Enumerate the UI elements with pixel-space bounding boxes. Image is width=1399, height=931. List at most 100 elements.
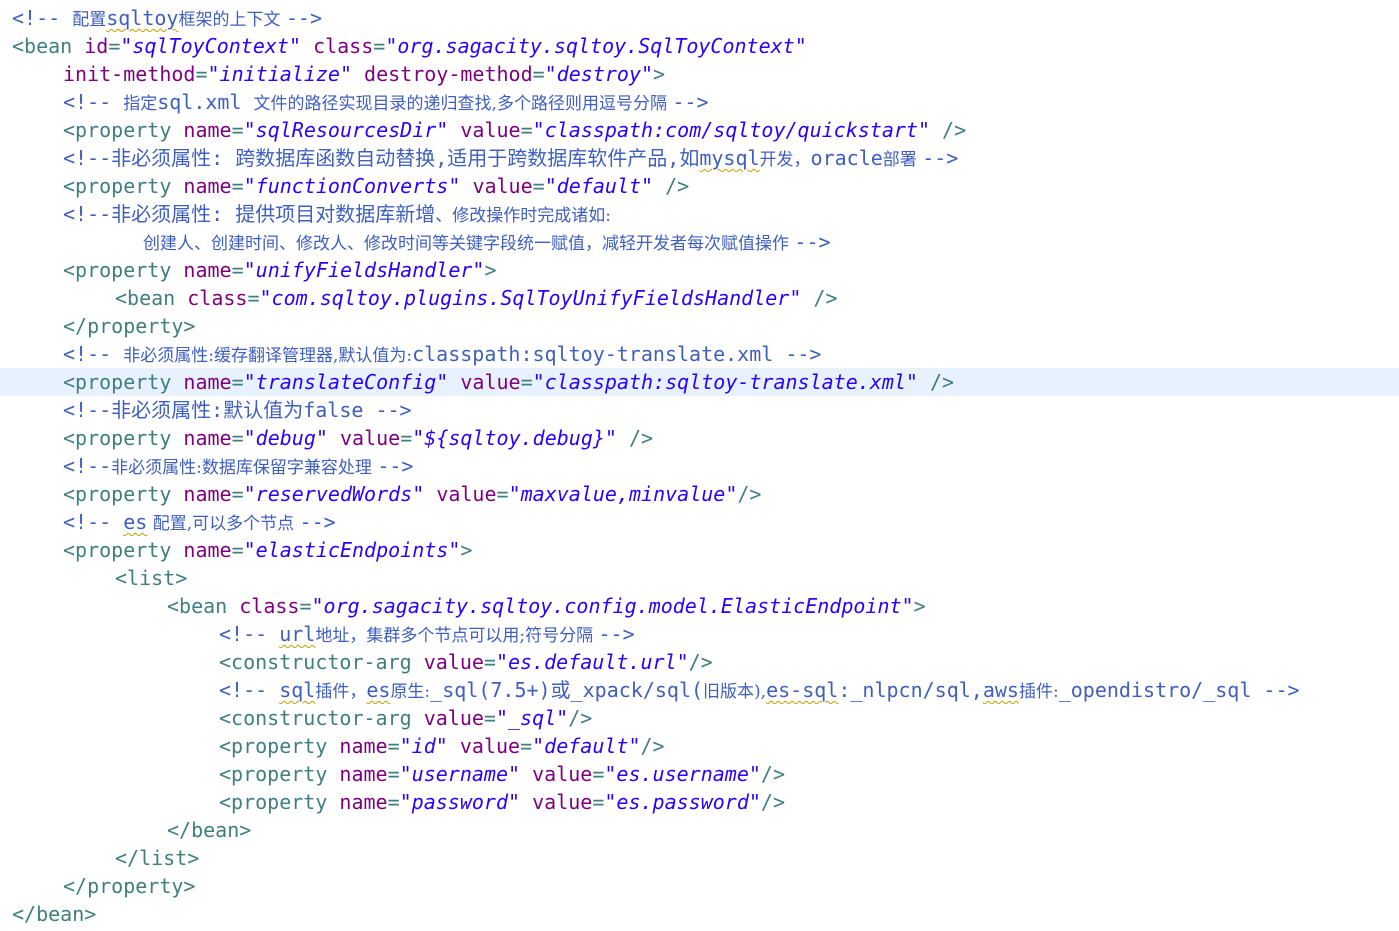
code-line[interactable]: <property name="elasticEndpoints"> — [0, 536, 1399, 564]
code-line[interactable]: <!-- 配置sqltoy框架的上下文 --> — [0, 4, 1399, 32]
code-line[interactable]: <property name="functionConverts" value=… — [0, 172, 1399, 200]
code-line[interactable]: <!-- url地址，集群多个节点可以用;符号分隔 --> — [0, 620, 1399, 648]
code-token-comment: _sql(7.5+)或_xpack/sql( — [430, 678, 704, 702]
code-token-tag: = — [387, 734, 400, 758]
code-token-tag: > — [653, 62, 666, 86]
code-token-attr: value — [472, 174, 533, 198]
code-line-text: <!-- 指定sql.xml 文件的路径实现目录的递归查找,多个路径则用逗号分隔… — [63, 88, 708, 116]
code-token-tag: = — [532, 174, 545, 198]
code-token-comment: <!-- — [63, 90, 124, 114]
code-line[interactable]: <!-- sql插件，es原生:_sql(7.5+)或_xpack/sql(旧版… — [0, 676, 1399, 704]
code-line[interactable]: <property name="debug" value="${sqltoy.d… — [0, 424, 1399, 452]
code-line-text: </bean> — [12, 900, 96, 928]
code-line[interactable]: <property name="reservedWords" value="ma… — [0, 480, 1399, 508]
code-token-tag: = — [496, 482, 509, 506]
code-line-text: <!--非必须属性:默认值为false --> — [63, 396, 412, 424]
code-token-comment: sqltoy — [106, 6, 179, 30]
code-token-attr: value — [459, 734, 521, 758]
code-token-val: "debug" — [243, 426, 328, 450]
code-token-val: "maxvalue,minvalue" — [508, 482, 738, 506]
code-token-tag: /> — [930, 118, 967, 142]
code-token-attr: name — [339, 762, 388, 786]
code-token-tag: = — [108, 34, 121, 58]
code-token-comment: sql.xml — [157, 90, 254, 114]
code-token-comment-cjk: 配置,可以多个节点 — [147, 514, 300, 534]
code-line[interactable]: init-method="initialize" destroy-method=… — [0, 60, 1399, 88]
code-token-tag: </property> — [63, 874, 196, 898]
code-token-tag: = — [532, 62, 545, 86]
code-line[interactable]: </property> — [0, 312, 1399, 340]
code-line[interactable]: <property name="sqlResourcesDir" value="… — [0, 116, 1399, 144]
code-line[interactable]: <constructor-arg value="_sql"/> — [0, 704, 1399, 732]
code-token-tag: /> — [568, 706, 593, 730]
code-token-comment: <!-- — [63, 510, 124, 534]
code-token-comment-cjk: 、修改操作时完成诸如: — [435, 206, 611, 226]
code-token-comment: <!--非必须属性: 跨数据库函数自动替换,适用于跨数据库软件产品,如 — [63, 146, 700, 170]
code-line-text: </bean> — [167, 816, 251, 844]
code-token-tag: = — [231, 426, 244, 450]
code-token-val: "sqlResourcesDir" — [243, 118, 449, 142]
xml-code-editor[interactable]: <!-- 配置sqltoy框架的上下文 --> <bean id="sqlToyC… — [0, 0, 1399, 931]
code-line[interactable]: <property name="unifyFieldsHandler"> — [0, 256, 1399, 284]
code-line[interactable]: <!--非必须属性: 跨数据库函数自动替换,适用于跨数据库软件产品,如mysql… — [0, 144, 1399, 172]
code-line-text: <constructor-arg value="es.default.url"/… — [219, 648, 713, 676]
code-token-tag: <property — [219, 762, 340, 786]
code-line-text: <!-- es 配置,可以多个节点 --> — [63, 508, 336, 536]
code-line[interactable]: <bean class="org.sagacity.sqltoy.config.… — [0, 592, 1399, 620]
code-token-tag: = — [483, 706, 496, 730]
code-token-attr: value — [460, 118, 521, 142]
code-line[interactable]: </property> — [0, 872, 1399, 900]
code-token-val: "default" — [532, 734, 641, 758]
code-line-text: <constructor-arg value="_sql"/> — [219, 704, 592, 732]
code-token-tag: <constructor-arg — [219, 650, 424, 674]
code-line[interactable]: <property name="username" value="es.user… — [0, 760, 1399, 788]
code-line[interactable]: <!--非必须属性:默认值为false --> — [0, 396, 1399, 424]
code-line[interactable]: </bean> — [0, 816, 1399, 844]
code-line[interactable]: <list> — [0, 564, 1399, 592]
code-token-val: "org.sagacity.sqltoy.config.model.Elasti… — [311, 594, 914, 618]
code-line[interactable]: <bean id="sqlToyContext" class="org.saga… — [0, 32, 1399, 60]
code-token-tag: = — [247, 286, 260, 310]
code-token-tag: <property — [219, 790, 340, 814]
code-token-comment-cjk: 框架的上下文 — [178, 10, 286, 30]
code-token-tag: = — [592, 762, 605, 786]
code-token-tag: = — [520, 118, 533, 142]
code-line[interactable]: <constructor-arg value="es.default.url"/… — [0, 648, 1399, 676]
code-line[interactable]: 创建人、创建时间、修改人、修改时间等关键字段统一赋值，减轻开发者每次赋值操作 -… — [0, 228, 1399, 256]
code-token-attr: name — [339, 734, 388, 758]
code-line[interactable]: </bean> — [0, 900, 1399, 928]
code-line[interactable]: <!-- es 配置,可以多个节点 --> — [0, 508, 1399, 536]
code-token-tag: <bean — [167, 594, 240, 618]
code-token-attr: value — [460, 370, 521, 394]
code-line[interactable]: <!--非必须属性: 提供项目对数据库新增、修改操作时完成诸如: — [0, 200, 1399, 228]
code-line-text: <property name="id" value="default"/> — [219, 732, 665, 760]
code-token-tag — [328, 426, 340, 450]
code-line-current[interactable]: <property name="translateConfig" value="… — [0, 368, 1399, 396]
code-token-attr: value — [436, 482, 497, 506]
code-token-tag: <property — [63, 538, 184, 562]
code-token-tag: /> — [616, 426, 654, 450]
code-token-tag: <bean — [12, 34, 85, 58]
code-token-comment: mysql — [699, 146, 760, 170]
code-line-text: <property name="translateConfig" value="… — [63, 368, 954, 396]
code-line-text: <property name="reservedWords" value="ma… — [63, 480, 761, 508]
code-token-tag — [460, 174, 472, 198]
code-line[interactable]: <!-- 指定sql.xml 文件的路径实现目录的递归查找,多个路径则用逗号分隔… — [0, 88, 1399, 116]
code-line[interactable]: <!-- 非必须属性:缓存翻译管理器,默认值为:classpath:sqltoy… — [0, 340, 1399, 368]
code-token-tag: = — [231, 370, 244, 394]
code-token-comment-cjk: 插件， — [315, 682, 367, 702]
code-line[interactable]: <bean class="com.sqltoy.plugins.SqlToyUn… — [0, 284, 1399, 312]
code-token-tag: = — [387, 762, 400, 786]
code-line[interactable]: <property name="password" value="es.pass… — [0, 788, 1399, 816]
code-token-tag — [424, 482, 436, 506]
code-token-val: "org.sagacity.sqltoy.SqlToyContext" — [385, 34, 807, 58]
code-token-val: "id" — [399, 734, 448, 758]
code-line[interactable]: <!--非必须属性:数据库保留字兼容处理 --> — [0, 452, 1399, 480]
code-token-tag — [448, 734, 460, 758]
code-token-tag: </bean> — [167, 818, 252, 842]
code-line[interactable]: </list> — [0, 844, 1399, 872]
code-token-attr: name — [183, 426, 232, 450]
code-line[interactable]: <property name="id" value="default"/> — [0, 732, 1399, 760]
code-token-comment: aws — [982, 678, 1019, 702]
code-line-text: <!--非必须属性:数据库保留字兼容处理 --> — [63, 452, 413, 480]
